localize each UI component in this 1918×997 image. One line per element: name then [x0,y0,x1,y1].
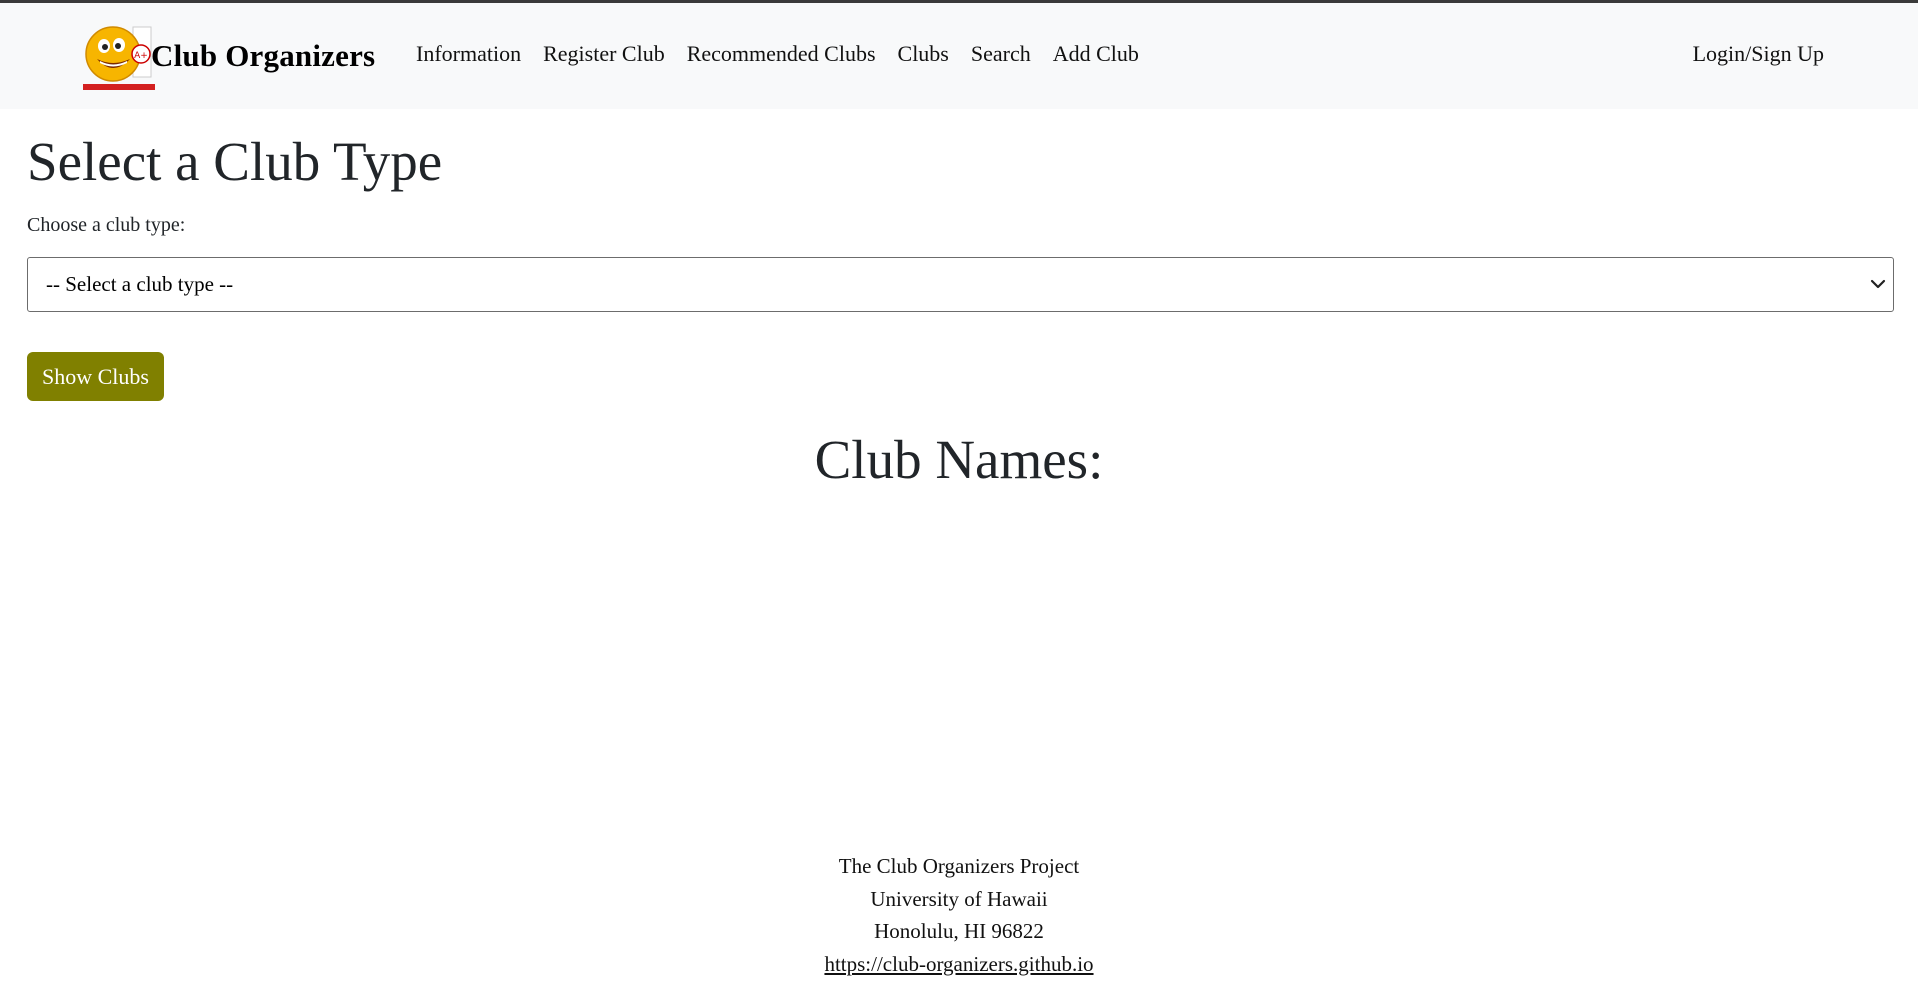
nav-link-clubs[interactable]: Clubs [898,41,949,67]
footer-project-name: The Club Organizers Project [838,854,1080,878]
nav-link-recommended-clubs[interactable]: Recommended Clubs [687,41,876,67]
show-clubs-button[interactable]: Show Clubs [27,352,164,401]
brand-title: Club Organizers [151,38,376,73]
club-type-select[interactable]: -- Select a club type -- [27,257,1894,312]
page-title: Select a Club Type [27,131,443,192]
club-names-heading: Club Names: [814,429,1104,490]
chevron-down-icon [1869,275,1887,293]
footer-website-link[interactable]: https://club-organizers.github.io [824,952,1093,976]
login-signup-link[interactable]: Login/Sign Up [1693,41,1824,67]
footer: The Club Organizers Project University o… [0,850,1918,980]
svg-text:A+: A+ [134,51,148,61]
nav-link-information[interactable]: Information [416,41,521,67]
nav-link-search[interactable]: Search [971,41,1031,67]
nav-link-add-club[interactable]: Add Club [1053,41,1139,67]
club-type-label: Choose a club type: [27,214,186,236]
navbar: A+ Club Organizers Information Register … [0,0,1918,109]
nav-links: Information Register Club Recommended Cl… [416,41,1161,67]
footer-university: University of Hawaii [870,886,1048,911]
club-type-select-value: -- Select a club type -- [46,272,234,296]
nav-link-register-club[interactable]: Register Club [543,41,665,67]
smiley-face-logo-icon: A+ [83,21,155,91]
footer-address: Honolulu, HI 96822 [874,919,1044,943]
brand-link[interactable]: A+ Club Organizers [83,21,375,91]
